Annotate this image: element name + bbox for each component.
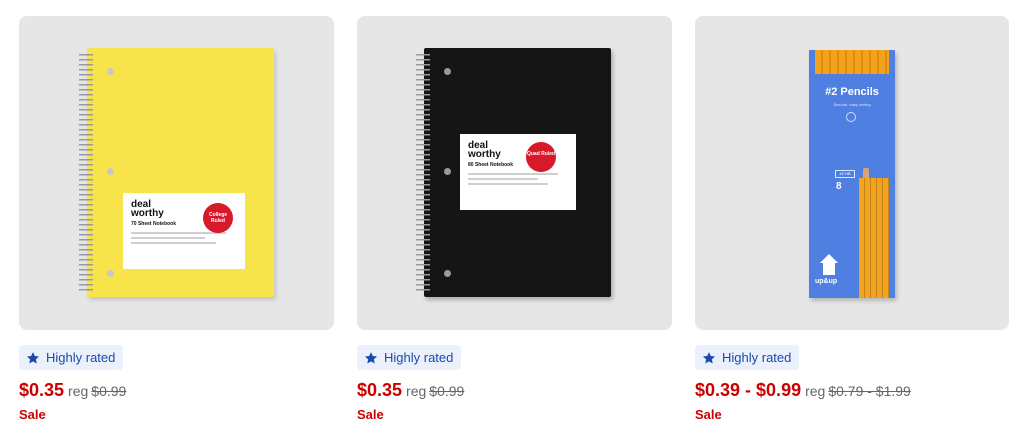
ruling-badge: College Ruled <box>203 203 233 233</box>
notebook-type: 80 Sheet Notebook <box>468 162 514 168</box>
price-row: $0.35 reg $0.99 <box>19 380 334 402</box>
product-image[interactable]: deal worthy 70 Sheet Notebook College Ru… <box>19 16 334 330</box>
brand-logo: up&up <box>815 278 838 285</box>
pencil-box-subtitle: Smooth, easy writing <box>833 102 871 107</box>
price-row: $0.39 - $0.99 reg $0.79 - $1.99 <box>695 380 1009 402</box>
notebook-label: deal worthy 80 Sheet Notebook Quad Ruled <box>460 134 576 210</box>
reg-label: reg <box>68 383 89 399</box>
circle-icon <box>846 112 856 122</box>
highly-rated-badge: Highly rated <box>19 345 124 370</box>
regular-price: $0.99 <box>429 383 465 399</box>
product-card[interactable]: deal worthy 70 Sheet Notebook College Ru… <box>19 16 334 422</box>
reg-label: reg <box>805 383 826 399</box>
product-image[interactable]: deal worthy 80 Sheet Notebook Quad Ruled <box>357 16 672 330</box>
pencil-tips <box>815 50 889 74</box>
regular-price: $0.99 <box>91 383 127 399</box>
spiral-binding <box>79 52 93 293</box>
pencils-window <box>859 178 889 298</box>
highly-rated-badge: Highly rated <box>695 345 800 370</box>
punch-hole <box>444 68 451 75</box>
star-icon <box>702 351 716 363</box>
badge-label: Highly rated <box>46 350 116 365</box>
label-fineprint <box>131 232 237 244</box>
grade-tag: #2 HB <box>835 170 855 178</box>
pencil-box-illustration: #2 Pencils Smooth, easy writing #2 HB 8 … <box>809 50 895 298</box>
product-image[interactable]: #2 Pencils Smooth, easy writing #2 HB 8 … <box>695 16 1009 330</box>
punch-hole <box>444 270 451 277</box>
sale-label: Sale <box>695 407 722 422</box>
product-card[interactable]: deal worthy 80 Sheet Notebook Quad Ruled… <box>357 16 672 422</box>
current-price: $0.35 <box>19 380 65 400</box>
notebook-label: deal worthy 70 Sheet Notebook College Ru… <box>123 193 245 269</box>
notebook-illustration: deal worthy 70 Sheet Notebook College Ru… <box>79 48 274 297</box>
star-icon <box>26 351 40 363</box>
badge-label: Highly rated <box>384 350 454 365</box>
current-price: $0.35 <box>357 380 403 400</box>
notebook-type: 70 Sheet Notebook <box>131 221 177 227</box>
sale-label: Sale <box>19 407 46 422</box>
punch-hole <box>107 68 114 75</box>
pencil-count: 8 <box>836 181 842 192</box>
label-fineprint <box>468 173 568 185</box>
badge-label: Highly rated <box>722 350 792 365</box>
punch-hole <box>107 168 114 175</box>
punch-hole <box>444 168 451 175</box>
ruling-badge: Quad Ruled <box>526 142 556 172</box>
regular-price: $0.79 - $1.99 <box>828 383 911 399</box>
reg-label: reg <box>406 383 427 399</box>
star-icon <box>364 351 378 363</box>
pencil-box-title: #2 Pencils <box>825 86 879 98</box>
highly-rated-badge: Highly rated <box>357 345 462 370</box>
product-card[interactable]: #2 Pencils Smooth, easy writing #2 HB 8 … <box>695 16 1009 422</box>
punch-hole <box>107 270 114 277</box>
price-row: $0.35 reg $0.99 <box>357 380 672 402</box>
spiral-binding <box>416 52 430 293</box>
up-arrow-icon <box>820 254 838 275</box>
notebook-illustration: deal worthy 80 Sheet Notebook Quad Ruled <box>416 48 611 297</box>
current-price: $0.39 - $0.99 <box>695 380 802 400</box>
sale-label: Sale <box>357 407 384 422</box>
